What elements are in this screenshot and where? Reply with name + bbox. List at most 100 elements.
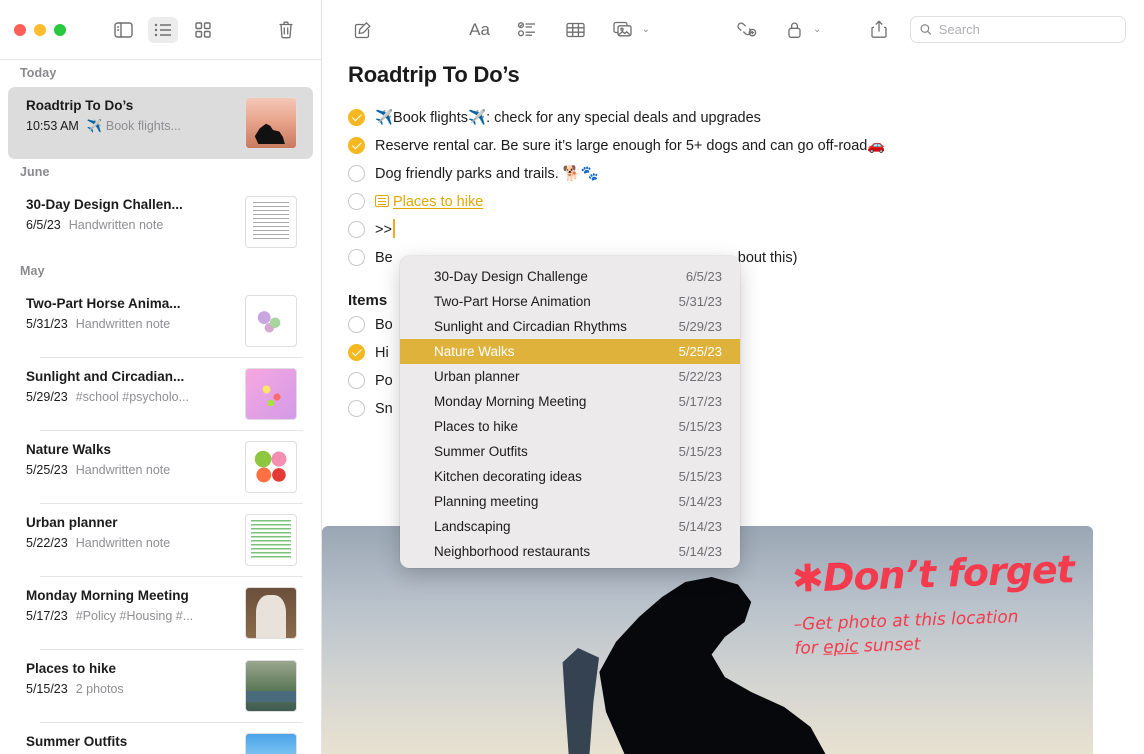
- popup-item-date: 5/14/23: [679, 494, 722, 509]
- checklist-item[interactable]: Dog friendly parks and trails. 🐕🐾: [348, 160, 1118, 188]
- popup-item-title: Monday Morning Meeting: [434, 394, 586, 409]
- list-item[interactable]: Monday Morning Meeting5/17/23#Policy #Ho…: [8, 577, 313, 649]
- popup-item-title: Sunlight and Circadian Rhythms: [434, 319, 627, 334]
- checkbox-empty-icon[interactable]: [348, 372, 365, 389]
- items-checklist-item-text: Bo: [375, 311, 393, 339]
- items-checklist-item-text: Po: [375, 367, 393, 395]
- checkbox-empty-icon[interactable]: [348, 400, 365, 417]
- gallery-view-icon[interactable]: [188, 17, 218, 43]
- popup-list-item[interactable]: Neighborhood restaurants5/14/23: [400, 539, 740, 564]
- list-item-title: Nature Walks: [26, 441, 235, 459]
- list-item-title: 30-Day Design Challen...: [26, 196, 235, 214]
- checkbox-checked-icon[interactable]: [348, 344, 365, 361]
- checklist-item-text: >>: [375, 216, 395, 244]
- media-icon[interactable]: [607, 16, 641, 44]
- popup-item-date: 6/5/23: [686, 269, 722, 284]
- lock-chevron-down-icon[interactable]: ⌄: [813, 24, 821, 35]
- checklist-icon[interactable]: [511, 16, 545, 44]
- checkbox-empty-icon[interactable]: [348, 249, 365, 266]
- popup-item-date: 5/29/23: [679, 319, 722, 334]
- popup-item-title: Nature Walks: [434, 344, 515, 359]
- sidebar: TodayRoadtrip To Do’s10:53 AM✈️ Book fli…: [0, 0, 322, 754]
- annotation-line2-underlined: epic: [823, 637, 859, 658]
- list-item-date: 5/31/23: [26, 315, 68, 333]
- list-item-date: 5/25/23: [26, 461, 68, 479]
- popup-item-title: Kitchen decorating ideas: [434, 469, 582, 484]
- list-item-title: Urban planner: [26, 514, 235, 532]
- list-item[interactable]: Two-Part Horse Anima...5/31/23Handwritte…: [8, 285, 313, 357]
- media-chevron-down-icon[interactable]: ⌄: [642, 24, 650, 35]
- popup-item-date: 5/14/23: [679, 519, 722, 534]
- zoom-button[interactable]: [54, 24, 66, 36]
- format-icon[interactable]: Aa: [463, 16, 497, 44]
- list-item[interactable]: Roadtrip To Do’s10:53 AM✈️ Book flights.…: [8, 87, 313, 159]
- search-input[interactable]: [939, 22, 1116, 37]
- note-link-suggestions-popup[interactable]: 30-Day Design Challenge6/5/23Two-Part Ho…: [400, 256, 740, 568]
- popup-list-item[interactable]: Urban planner5/22/23: [400, 364, 740, 389]
- popup-list-item[interactable]: Sunlight and Circadian Rhythms 5/29/23: [400, 314, 740, 339]
- checklist-item[interactable]: ✈️Book flights✈️: check for any special …: [348, 104, 1118, 132]
- popup-list-item[interactable]: Kitchen decorating ideas5/15/23: [400, 464, 740, 489]
- items-checklist-item-text: Hi: [375, 339, 389, 367]
- sidebar-section-header: May: [0, 258, 321, 285]
- annotation-headline: ✱Don’t forget: [791, 547, 1074, 601]
- checkbox-checked-icon[interactable]: [348, 137, 365, 154]
- popup-item-title: Two-Part Horse Animation: [434, 294, 591, 309]
- share-icon[interactable]: [863, 16, 894, 44]
- list-item-thumbnail: [245, 587, 297, 639]
- checkbox-checked-icon[interactable]: [348, 109, 365, 126]
- list-item-thumbnail: [245, 660, 297, 712]
- popup-list-item[interactable]: 30-Day Design Challenge6/5/23: [400, 264, 740, 289]
- search-box[interactable]: [910, 16, 1126, 43]
- popup-list-item[interactable]: Landscaping5/14/23: [400, 514, 740, 539]
- popup-list-item[interactable]: Nature Walks5/25/23: [400, 339, 740, 364]
- delete-note-icon[interactable]: [271, 17, 301, 43]
- list-item[interactable]: Places to hike5/15/232 photos: [8, 650, 313, 722]
- popup-item-title: Planning meeting: [434, 494, 538, 509]
- lock-note-icon[interactable]: [778, 16, 812, 44]
- list-item[interactable]: 30-Day Design Challen...6/5/23Handwritte…: [8, 186, 313, 258]
- compose-note-icon[interactable]: [348, 16, 379, 44]
- popup-list-item[interactable]: Places to hike5/15/23: [400, 414, 740, 439]
- sidebar-toolbar: [0, 0, 321, 59]
- list-item-texts: 30-Day Design Challen...6/5/23Handwritte…: [26, 196, 235, 234]
- linked-note-label[interactable]: Places to hike: [393, 194, 483, 210]
- note-checklist: ✈️Book flights✈️: check for any special …: [348, 104, 1118, 272]
- popup-list-item[interactable]: Summer Outfits5/15/23: [400, 439, 740, 464]
- sidebar-toggle-icon[interactable]: [108, 17, 138, 43]
- list-item-title: Monday Morning Meeting: [26, 587, 235, 605]
- list-item[interactable]: Summer Outfits: [8, 723, 313, 754]
- list-item-meta: 5/29/23#school #psycholo...: [26, 388, 235, 406]
- add-link-icon[interactable]: [730, 16, 764, 44]
- checklist-item[interactable]: >>: [348, 216, 1118, 244]
- checklist-item[interactable]: Reserve rental car. Be sure it’s large e…: [348, 132, 1118, 160]
- checkbox-empty-icon[interactable]: [348, 221, 365, 238]
- checklist-item-text: ✈️Book flights✈️: check for any special …: [375, 104, 761, 132]
- cyclist-silhouette: [507, 542, 837, 754]
- format-label: Aa: [469, 20, 490, 40]
- checklist-item[interactable]: Places to hike: [348, 188, 1118, 216]
- checkbox-empty-icon[interactable]: [348, 165, 365, 182]
- popup-item-date: 5/15/23: [679, 419, 722, 434]
- minimize-button[interactable]: [34, 24, 46, 36]
- list-item-snippet: Handwritten note: [76, 534, 171, 552]
- list-item[interactable]: Sunlight and Circadian...5/29/23#school …: [8, 358, 313, 430]
- popup-item-date: 5/22/23: [679, 369, 722, 384]
- table-icon[interactable]: [559, 16, 593, 44]
- sidebar-section-header: Today: [0, 60, 321, 87]
- search-icon: [920, 23, 932, 36]
- close-button[interactable]: [14, 24, 26, 36]
- checkbox-empty-icon[interactable]: [348, 316, 365, 333]
- list-item-thumbnail: [245, 295, 297, 347]
- list-item[interactable]: Urban planner 5/22/23 Handwritten note: [8, 504, 313, 576]
- list-view-icon[interactable]: [148, 17, 178, 43]
- list-item[interactable]: Nature Walks5/25/23Handwritten note: [8, 431, 313, 503]
- popup-list-item[interactable]: Two-Part Horse Animation5/31/23: [400, 289, 740, 314]
- list-item-date: 5/22/23: [26, 534, 68, 552]
- checkbox-empty-icon[interactable]: [348, 193, 365, 210]
- notes-window: TodayRoadtrip To Do’s10:53 AM✈️ Book fli…: [0, 0, 1144, 754]
- popup-list-item[interactable]: Planning meeting 5/14/23: [400, 489, 740, 514]
- popup-list-item[interactable]: Monday Morning Meeting5/17/23: [400, 389, 740, 414]
- list-item-thumbnail: [245, 97, 297, 149]
- popup-item-title: Summer Outfits: [434, 444, 528, 459]
